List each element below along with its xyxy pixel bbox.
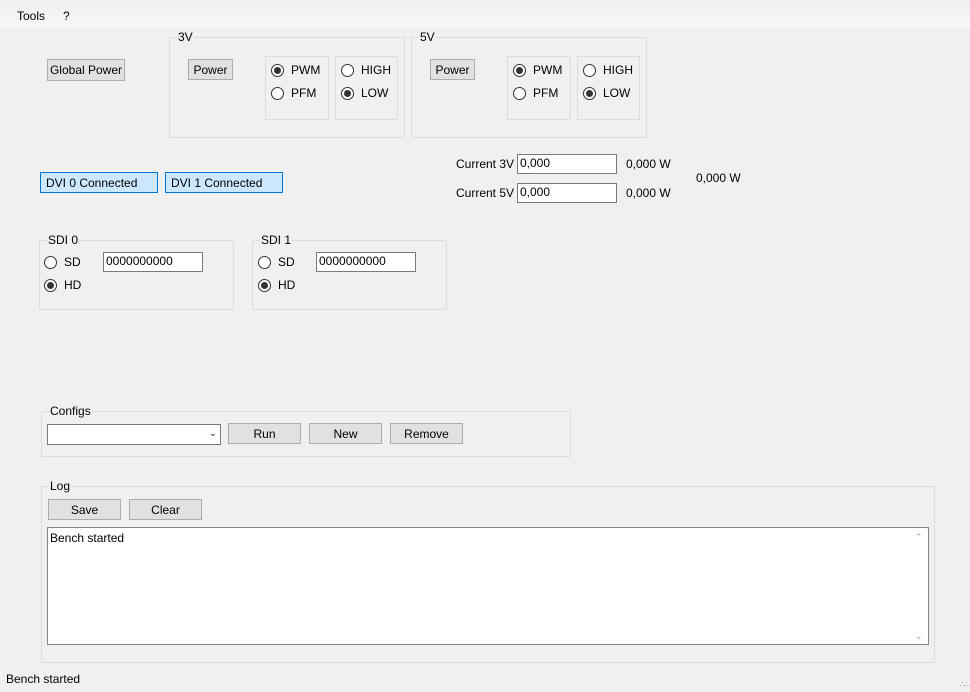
group-sdi1: SDI 1: [252, 233, 447, 310]
log-clear-button[interactable]: Clear: [129, 499, 202, 520]
radio-3v-high[interactable]: HIGH: [341, 62, 391, 78]
group-log-title: Log: [49, 479, 72, 493]
radio-sdi1-hd-label: HD: [278, 278, 296, 292]
current-3v-label: Current 3V: [456, 157, 515, 171]
current-3v-field[interactable]: 0,000: [517, 154, 617, 174]
radio-5v-pfm[interactable]: PFM: [513, 85, 558, 101]
group-5v-title: 5V: [419, 30, 436, 44]
radio-sdi1-sd-indicator: [258, 255, 271, 269]
sdi0-value-field[interactable]: 0000000000: [103, 252, 203, 272]
run-button[interactable]: Run: [228, 423, 301, 444]
radio-3v-pwm-label: PWM: [291, 63, 321, 77]
power-3v-readout: 0,000 W: [626, 157, 671, 171]
scroll-up-arrow-icon[interactable]: ⌃: [915, 532, 923, 543]
resize-grip-icon[interactable]: ∴∴: [960, 680, 969, 689]
radio-sdi1-sd-label: SD: [278, 255, 295, 269]
radio-3v-high-indicator: [341, 63, 354, 77]
radio-3v-high-label: HIGH: [361, 63, 391, 77]
group-configs-title: Configs: [49, 404, 92, 418]
group-sdi1-title: SDI 1: [260, 233, 293, 247]
radio-5v-pwm-indicator: [513, 63, 526, 77]
current-5v-field[interactable]: 0,000: [517, 183, 617, 203]
radio-sdi1-sd[interactable]: SD: [258, 254, 295, 270]
radio-sdi1-hd-indicator: [258, 278, 271, 292]
radio-5v-low-label: LOW: [603, 86, 631, 100]
status-text: Bench started: [6, 672, 81, 686]
radio-5v-pwm-label: PWM: [533, 63, 563, 77]
config-select[interactable]: ⌄: [47, 424, 221, 445]
radio-5v-pfm-label: PFM: [533, 86, 559, 100]
radio-5v-pfm-indicator: [513, 86, 526, 100]
radio-3v-low-indicator: [341, 86, 354, 100]
dvi0-status: DVI 0 Connected: [40, 172, 158, 193]
log-textarea[interactable]: Bench started ⌃ ⌄: [47, 527, 929, 645]
radio-sdi0-sd[interactable]: SD: [44, 254, 81, 270]
scroll-down-arrow-icon[interactable]: ⌄: [915, 631, 923, 642]
radio-5v-low-indicator: [583, 86, 596, 100]
radio-5v-high-label: HIGH: [603, 63, 633, 77]
radio-sdi0-hd-indicator: [44, 278, 57, 292]
current-5v-label: Current 5V: [456, 186, 515, 200]
radio-3v-pwm[interactable]: PWM: [271, 62, 320, 78]
radio-sdi0-sd-label: SD: [64, 255, 81, 269]
sdi1-value-field[interactable]: 0000000000: [316, 252, 416, 272]
remove-button[interactable]: Remove: [390, 423, 463, 444]
radio-sdi0-hd-label: HD: [64, 278, 82, 292]
radio-3v-low[interactable]: LOW: [341, 85, 388, 101]
radio-3v-pfm-label: PFM: [291, 86, 317, 100]
radio-5v-high[interactable]: HIGH: [583, 62, 633, 78]
status-bar: Bench started ∴∴: [0, 668, 970, 692]
total-power-readout: 0,000 W: [696, 171, 741, 185]
radio-5v-high-indicator: [583, 63, 596, 77]
group-sdi0-title: SDI 0: [47, 233, 80, 247]
radio-3v-pfm[interactable]: PFM: [271, 85, 316, 101]
menu-tools[interactable]: Tools: [14, 9, 48, 23]
menu-help[interactable]: ?: [60, 9, 73, 23]
group-3v-title: 3V: [177, 30, 194, 44]
power-5v-button[interactable]: Power: [430, 59, 475, 80]
global-power-button[interactable]: Global Power: [47, 59, 125, 81]
new-button[interactable]: New: [309, 423, 382, 444]
menu-bar: Tools ?: [0, 4, 970, 28]
group-sdi0: SDI 0: [39, 233, 234, 310]
radio-sdi0-hd[interactable]: HD: [44, 277, 81, 293]
radio-sdi0-sd-indicator: [44, 255, 57, 269]
radio-sdi1-hd[interactable]: HD: [258, 277, 295, 293]
radio-5v-low[interactable]: LOW: [583, 85, 630, 101]
chevron-down-icon: ⌄: [208, 428, 217, 439]
radio-3v-pfm-indicator: [271, 86, 284, 100]
log-text: Bench started: [50, 531, 125, 545]
log-scrollbar[interactable]: ⌃ ⌄: [912, 528, 928, 644]
power-5v-readout: 0,000 W: [626, 186, 671, 200]
log-save-button[interactable]: Save: [48, 499, 121, 520]
power-3v-button[interactable]: Power: [188, 59, 233, 80]
dvi1-status: DVI 1 Connected: [165, 172, 283, 193]
radio-5v-pwm[interactable]: PWM: [513, 62, 562, 78]
radio-3v-low-label: LOW: [361, 86, 389, 100]
radio-3v-pwm-indicator: [271, 63, 284, 77]
